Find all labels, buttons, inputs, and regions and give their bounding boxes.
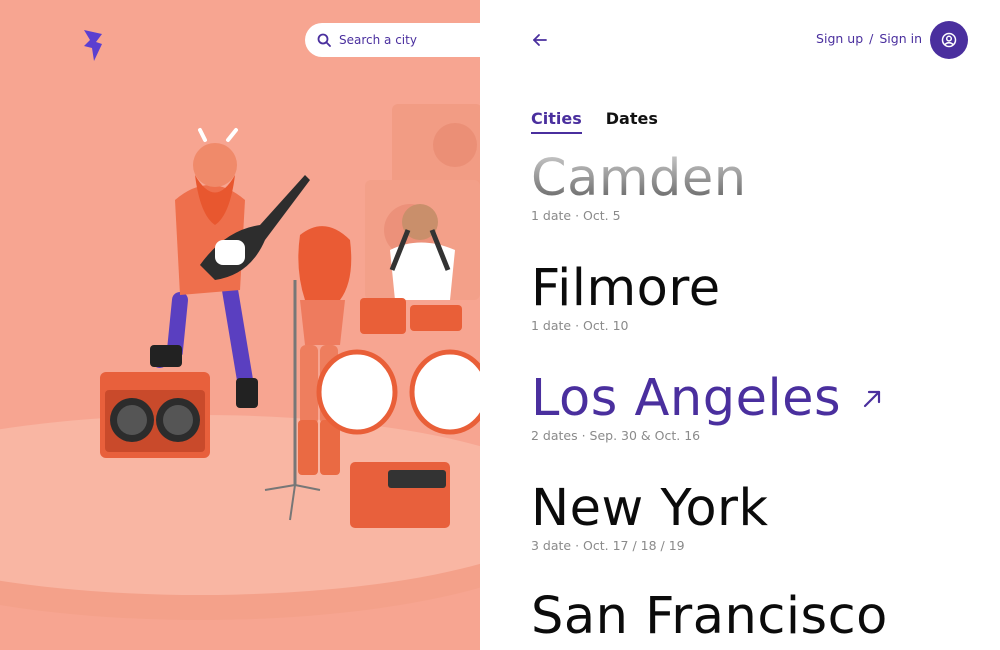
city-item-filmore[interactable]: Filmore 1 date · Oct. 10 bbox=[531, 258, 721, 333]
tab-cities[interactable]: Cities bbox=[531, 109, 582, 134]
city-dates: 3 date · Oct. 17 / 18 / 19 bbox=[531, 538, 685, 553]
auth-links: Sign up / Sign in bbox=[816, 31, 922, 46]
logo-bolt-icon[interactable] bbox=[82, 28, 104, 62]
city-dates: 1 date · Oct. 10 bbox=[531, 318, 629, 333]
user-icon bbox=[941, 32, 957, 48]
city-dates: 2 dates · Sep. 30 & Oct. 16 bbox=[531, 428, 701, 443]
auth-separator: / bbox=[869, 31, 874, 46]
sign-up-link[interactable]: Sign up bbox=[816, 31, 863, 46]
search-icon bbox=[317, 33, 331, 47]
sign-in-link[interactable]: Sign in bbox=[879, 31, 922, 46]
city-name: Los Angeles bbox=[531, 369, 842, 428]
city-name: Camden bbox=[531, 149, 747, 208]
city-item-san-francisco[interactable]: San Francisco bbox=[531, 586, 888, 648]
view-tabs: Cities Dates bbox=[531, 109, 658, 134]
hero-panel: Search a city bbox=[0, 0, 480, 650]
city-name: San Francisco bbox=[531, 587, 888, 646]
band-illustration bbox=[0, 104, 480, 620]
cities-panel: Sign up / Sign in Cities Dates Camden 1 … bbox=[480, 0, 1000, 650]
city-item-los-angeles[interactable]: Los Angeles 2 dates · Sep. 30 & Oct. 16 bbox=[531, 368, 883, 443]
search-field[interactable]: Search a city bbox=[305, 23, 480, 57]
profile-button[interactable] bbox=[930, 21, 968, 59]
city-name: Filmore bbox=[531, 259, 721, 318]
tab-dates[interactable]: Dates bbox=[606, 109, 658, 134]
back-arrow-icon[interactable] bbox=[530, 30, 550, 50]
city-item-new-york[interactable]: New York 3 date · Oct. 17 / 18 / 19 bbox=[531, 478, 769, 553]
city-name: New York bbox=[531, 479, 769, 538]
arrow-up-right-icon bbox=[863, 390, 881, 408]
city-item-camden[interactable]: Camden 1 date · Oct. 5 bbox=[531, 148, 747, 223]
city-dates: 1 date · Oct. 5 bbox=[531, 208, 621, 223]
search-placeholder: Search a city bbox=[339, 33, 417, 47]
